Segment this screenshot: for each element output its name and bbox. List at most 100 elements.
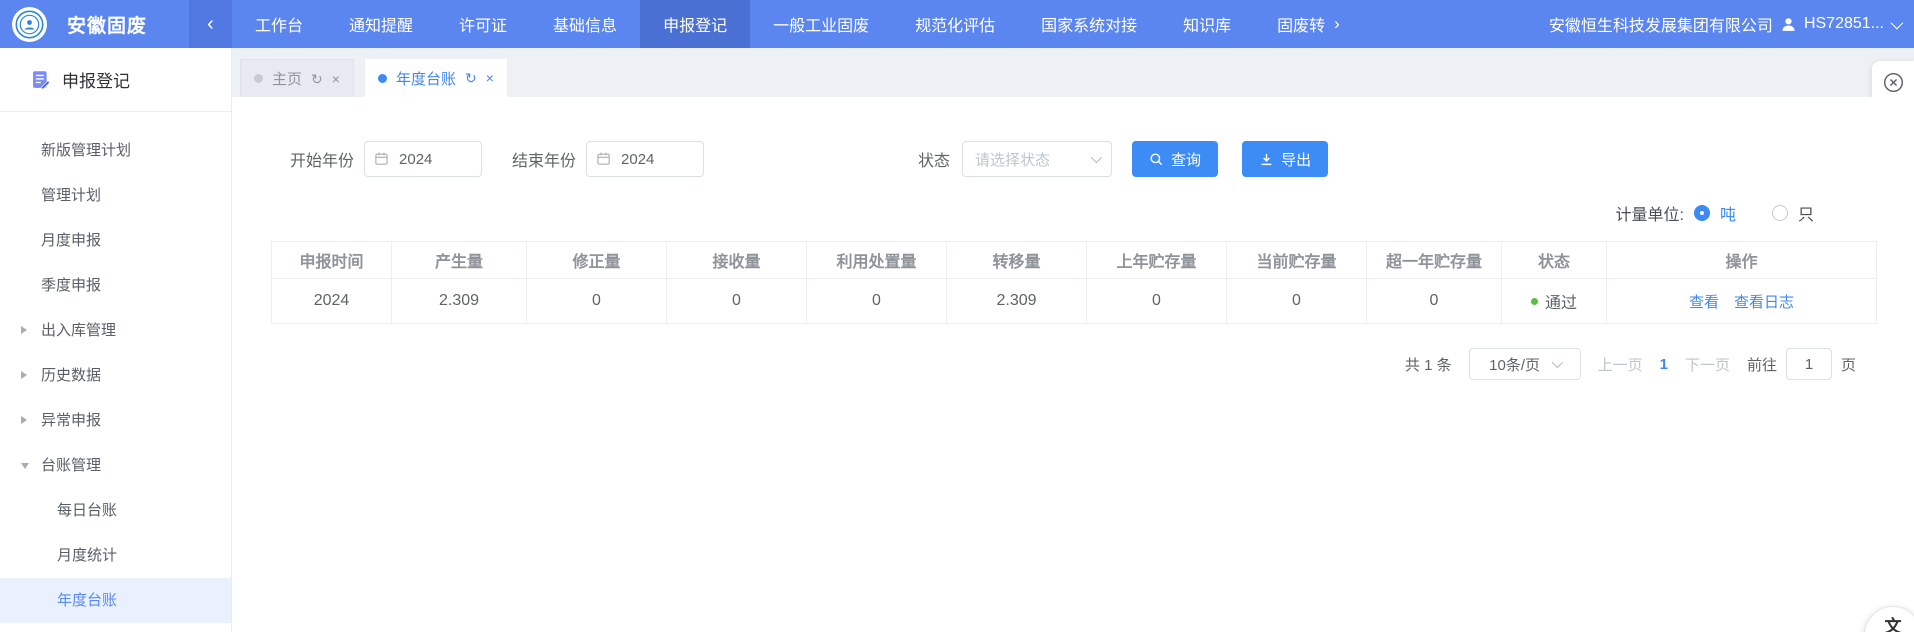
nav-item-basic-info[interactable]: 基础信息 (530, 0, 640, 48)
chevron-left-icon: ‹ (207, 13, 214, 36)
refresh-icon[interactable]: ↻ (465, 71, 477, 85)
search-icon (1149, 152, 1164, 167)
goto-prefix: 前往 (1747, 354, 1777, 375)
filter-row: 开始年份 结束年份 状态 (232, 97, 1914, 177)
goto-page-input[interactable] (1786, 348, 1832, 380)
sidebar-item-history-data[interactable]: 历史数据 (0, 353, 231, 398)
annual-ledger-panel: 开始年份 结束年份 状态 (232, 97, 1914, 632)
tab-annual-ledger[interactable]: 年度台账 ↻ × (365, 59, 507, 97)
export-button-label: 导出 (1281, 149, 1311, 170)
cell-status: 通过 (1502, 279, 1607, 324)
sidebar-item-management-plan[interactable]: 管理计划 (0, 173, 231, 218)
download-icon (1259, 152, 1274, 167)
cell-current-storage: 0 (1227, 279, 1367, 324)
tab-label: 主页 (272, 68, 302, 89)
goto-suffix: 页 (1841, 354, 1856, 375)
translate-icon: 文 (1885, 612, 1902, 632)
app-title: 安徽固废 (67, 11, 147, 38)
col-transferred: 转移量 (947, 242, 1087, 279)
brand: 安徽固废 (0, 0, 189, 48)
sidebar-item-label: 异常申报 (41, 412, 101, 429)
pagination: 共 1 条 10条/页 上一页 1 下一页 前往 页 (232, 348, 1856, 380)
unit-toggle-row: 计量单位: 吨 只 (232, 177, 1914, 225)
sidebar-item-quarterly-declaration[interactable]: 季度申报 (0, 263, 231, 308)
view-link[interactable]: 查看 (1689, 291, 1719, 312)
sidebar-item-monthly-statistics[interactable]: 月度统计 (0, 533, 231, 578)
cell-corrected: 0 (527, 279, 667, 324)
page-size-label: 10条/页 (1489, 354, 1540, 375)
close-icon[interactable]: × (332, 72, 340, 86)
refresh-icon[interactable]: ↻ (311, 72, 323, 86)
sidebar-item-daily-ledger[interactable]: 每日台账 (0, 488, 231, 533)
nav-item-national-system[interactable]: 国家系统对接 (1018, 0, 1160, 48)
username[interactable]: HS72851... (1804, 15, 1884, 33)
start-year-field (364, 141, 482, 177)
table-row: 2024 2.309 0 0 0 2.309 0 0 0 通过 (272, 279, 1877, 324)
col-generated: 产生量 (392, 242, 527, 279)
status-dot-icon (1531, 298, 1538, 305)
total-count: 共 1 条 (1405, 354, 1452, 375)
view-log-link[interactable]: 查看日志 (1734, 291, 1794, 312)
nav-item-standard-evaluation[interactable]: 规范化评估 (892, 0, 1018, 48)
radio-ton-selected-icon[interactable] (1694, 205, 1710, 221)
goto-page: 前往 页 (1747, 348, 1856, 380)
nav-item-workbench[interactable]: 工作台 (232, 0, 326, 48)
search-button-label: 查询 (1171, 149, 1201, 170)
status-select[interactable]: 请选择状态 (962, 141, 1112, 177)
circle-close-icon (1883, 72, 1904, 93)
sidebar-menu: 新版管理计划 管理计划 月度申报 季度申报 出入库管理 历史数据 异常申报 台账… (0, 112, 231, 623)
nav-item-permits[interactable]: 许可证 (436, 0, 530, 48)
sidebar-item-inout-warehouse[interactable]: 出入库管理 (0, 308, 231, 353)
export-button[interactable]: 导出 (1242, 141, 1328, 177)
sidebar-item-monthly-declaration[interactable]: 月度申报 (0, 218, 231, 263)
unit-label: 计量单位: (1616, 201, 1684, 225)
cell-over-one-year-storage: 0 (1367, 279, 1502, 324)
table-header-row: 申报时间 产生量 修正量 接收量 利用处置量 转移量 上年贮存量 当前贮存量 超… (272, 242, 1877, 279)
nav-item-notifications[interactable]: 通知提醒 (326, 0, 436, 48)
sidebar-item-ledger-management[interactable]: 台账管理 (0, 443, 231, 488)
calendar-icon (596, 151, 611, 171)
col-utilized-disposed: 利用处置量 (807, 242, 947, 279)
search-button[interactable]: 查询 (1132, 141, 1218, 177)
end-year-field (586, 141, 704, 177)
tab-home[interactable]: 主页 ↻ × (240, 59, 354, 97)
annual-ledger-table: 申报时间 产生量 修正量 接收量 利用处置量 转移量 上年贮存量 当前贮存量 超… (271, 241, 1877, 324)
calendar-icon (374, 151, 389, 171)
current-page[interactable]: 1 (1660, 356, 1668, 373)
sidebar: 申报登记 新版管理计划 管理计划 月度申报 季度申报 出入库管理 历史数据 异常… (0, 48, 232, 632)
sidebar-item-annual-ledger[interactable]: 年度台账 (0, 578, 231, 623)
close-icon[interactable]: × (486, 71, 494, 85)
sidebar-item-new-management-plan[interactable]: 新版管理计划 (0, 128, 231, 173)
nav-item-knowledge-base[interactable]: 知识库 (1160, 0, 1254, 48)
radio-piece-icon[interactable] (1772, 205, 1788, 221)
chevron-down-icon (1091, 152, 1102, 163)
caret-down-icon (21, 463, 29, 469)
next-page-button[interactable]: 下一页 (1685, 354, 1730, 375)
start-year-label: 开始年份 (290, 147, 354, 171)
page-size-select[interactable]: 10条/页 (1469, 348, 1581, 380)
sidebar-item-label: 历史数据 (41, 367, 101, 384)
nav-item-general-industrial-waste[interactable]: 一般工业固废 (750, 0, 892, 48)
user-icon (1780, 16, 1797, 33)
sidebar-header: 申报登记 (0, 48, 231, 112)
sidebar-collapse-button[interactable]: ‹ (189, 0, 232, 48)
nav-overflow-arrow[interactable]: › (1326, 0, 1348, 48)
unit-option-piece[interactable]: 只 (1798, 201, 1814, 225)
col-received: 接收量 (667, 242, 807, 279)
unit-option-ton[interactable]: 吨 (1720, 201, 1736, 225)
nav-item-waste-transfer[interactable]: 固废转 (1254, 0, 1326, 48)
cell-actions: 查看 查看日志 (1607, 279, 1877, 324)
sidebar-item-abnormal-declaration[interactable]: 异常申报 (0, 398, 231, 443)
nav-item-declaration[interactable]: 申报登记 (640, 0, 750, 48)
prev-page-button[interactable]: 上一页 (1598, 354, 1643, 375)
cell-prev-year-storage: 0 (1087, 279, 1227, 324)
status-label: 状态 (918, 147, 950, 171)
sidebar-item-label: 出入库管理 (41, 322, 116, 339)
sidebar-title: 申报登记 (62, 67, 130, 92)
col-declare-time: 申报时间 (272, 242, 392, 279)
chevron-down-icon[interactable] (1891, 16, 1904, 29)
end-year-label: 结束年份 (512, 147, 576, 171)
tab-label: 年度台账 (396, 68, 456, 89)
col-status: 状态 (1502, 242, 1607, 279)
nav-menu: 工作台 通知提醒 许可证 基础信息 申报登记 一般工业固废 规范化评估 国家系统… (232, 0, 1348, 48)
